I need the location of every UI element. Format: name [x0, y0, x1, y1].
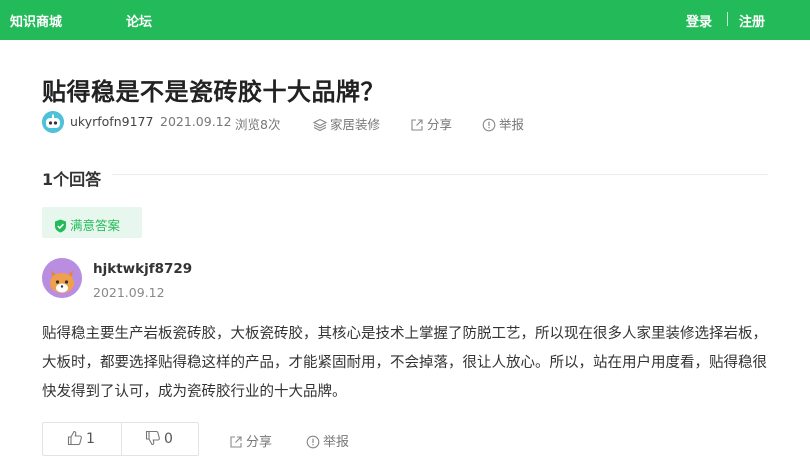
- dislike-button[interactable]: 0: [145, 423, 173, 455]
- category-link[interactable]: 家居装修: [313, 114, 380, 133]
- report-icon: [482, 118, 496, 132]
- nav-divider: [727, 12, 728, 26]
- shield-check-icon: [55, 219, 66, 233]
- answers-count: 1个回答: [42, 170, 102, 189]
- report-icon: [306, 435, 320, 449]
- question-report-button[interactable]: 举报: [482, 114, 524, 133]
- answer-report-label: 举报: [323, 435, 350, 450]
- share-icon: [230, 436, 242, 448]
- register-link[interactable]: 注册: [739, 11, 765, 30]
- best-answer-badge: 满意答案: [42, 207, 142, 238]
- answer-share-label: 分享: [246, 435, 273, 450]
- answer-date: 2021.09.12: [93, 285, 165, 300]
- thumbs-up-icon: [67, 430, 82, 446]
- fox-avatar-icon: [42, 258, 82, 298]
- nav-forum[interactable]: 论坛: [126, 11, 152, 30]
- answer-body: 贴得稳主要生产岩板瓷砖胶，大板瓷砖胶，其核心是技术上掌握了防脱工艺，所以现在很多…: [42, 326, 767, 400]
- login-link[interactable]: 登录: [686, 11, 712, 30]
- view-count: 浏览8次: [235, 117, 281, 132]
- thumbs-down-icon: [145, 430, 160, 446]
- question-meta: ukyrfofn9177 2021.09.12 浏览8次 家居装修 分享 举报: [42, 111, 762, 133]
- answer-report-button[interactable]: 举报: [306, 431, 349, 450]
- badge-label: 满意答案: [70, 218, 121, 233]
- asker-avatar[interactable]: [42, 111, 64, 133]
- robot-avatar-icon: [42, 111, 64, 133]
- like-button[interactable]: 1: [67, 423, 95, 455]
- asker-username[interactable]: ukyrfofn9177: [70, 114, 153, 129]
- vote-divider: [121, 423, 122, 455]
- answerer-username[interactable]: hjktwkjf8729: [93, 261, 192, 277]
- question-title: 贴得稳是不是瓷砖胶十大品牌？: [42, 78, 385, 106]
- answers-divider: [112, 174, 768, 175]
- answer-share-button[interactable]: 分享: [229, 431, 272, 450]
- layers-icon: [313, 118, 327, 132]
- vote-buttons: 1 0: [42, 422, 199, 456]
- answerer-avatar[interactable]: [42, 258, 82, 298]
- nav-knowledge-mall[interactable]: 知识商城: [10, 11, 62, 30]
- dislike-count: 0: [164, 431, 173, 447]
- like-count: 1: [86, 431, 95, 447]
- question-share-button[interactable]: 分享: [410, 114, 452, 133]
- category-label: 家居装修: [330, 117, 381, 132]
- share-label: 分享: [427, 117, 453, 132]
- share-icon: [411, 119, 423, 131]
- question-date: 2021.09.12: [160, 114, 232, 129]
- report-label: 举报: [499, 117, 525, 132]
- top-nav-bar: 知识商城 论坛 登录 注册: [0, 0, 810, 40]
